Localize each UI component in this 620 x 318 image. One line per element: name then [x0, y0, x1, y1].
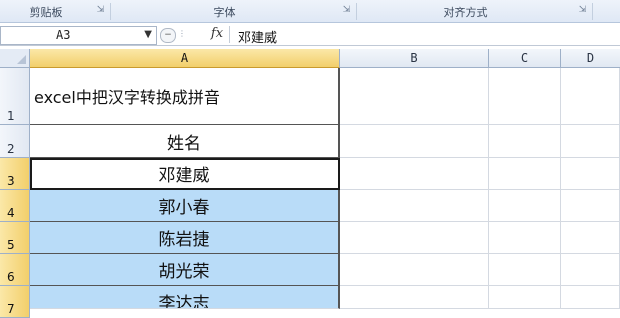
name-box-value: A3	[56, 28, 71, 42]
cell-c7[interactable]	[489, 286, 561, 309]
cell-d2[interactable]	[561, 125, 620, 158]
cell-a1[interactable]: excel中把汉字转换成拼音	[30, 68, 340, 125]
formula-input[interactable]: 邓建威	[238, 27, 277, 46]
cell-a3[interactable]: 邓建威	[30, 158, 340, 190]
cell-a7[interactable]: 李达志	[30, 286, 340, 309]
cell-c5[interactable]	[489, 222, 561, 254]
cell-d5[interactable]	[561, 222, 620, 254]
divider	[592, 3, 593, 20]
cell-b5[interactable]	[340, 222, 489, 254]
cell-b2[interactable]	[340, 125, 489, 158]
column-header-a[interactable]: A	[30, 49, 340, 68]
cell-b1[interactable]	[340, 68, 489, 125]
select-all-icon	[17, 55, 26, 64]
dialog-launcher-icon[interactable]: ⇲	[96, 6, 105, 15]
row-header-6[interactable]: 6	[0, 254, 30, 286]
row-header-2[interactable]: 2	[0, 125, 30, 158]
dialog-launcher-icon[interactable]: ⇲	[578, 6, 587, 15]
row-header-3[interactable]: 3	[0, 158, 30, 190]
group-alignment: 对齐方式 ⇲	[357, 0, 592, 22]
name-box[interactable]: A3 ▼	[0, 26, 157, 45]
cell-a5[interactable]: 陈岩捷	[30, 222, 340, 254]
cell-b4[interactable]	[340, 190, 489, 222]
row-header-1[interactable]: 1	[0, 68, 30, 125]
minus-icon[interactable]: −	[160, 28, 176, 43]
group-alignment-label: 对齐方式	[443, 6, 488, 19]
cell-d7[interactable]	[561, 286, 620, 309]
dialog-launcher-icon[interactable]: ⇲	[342, 6, 351, 15]
cell-a6[interactable]: 胡光荣	[30, 254, 340, 286]
resize-handle-icon[interactable]: ⋮	[178, 30, 192, 38]
cell-c6[interactable]	[489, 254, 561, 286]
cell-b7[interactable]	[340, 286, 489, 309]
cell-c1[interactable]	[489, 68, 561, 125]
group-clipboard-label: 剪贴板	[29, 6, 63, 19]
row-header-5[interactable]: 5	[0, 222, 30, 254]
cell-a4[interactable]: 郭小春	[30, 190, 340, 222]
chevron-down-icon[interactable]: ▼	[144, 29, 152, 40]
cell-d6[interactable]	[561, 254, 620, 286]
row-header-7[interactable]: 7	[0, 286, 30, 318]
cell-b3[interactable]	[340, 158, 489, 190]
cell-d4[interactable]	[561, 190, 620, 222]
select-all-button[interactable]	[0, 49, 30, 68]
cell-d1[interactable]	[561, 68, 620, 125]
group-font: 字体 ⇲	[111, 0, 356, 22]
row-header-4[interactable]: 4	[0, 190, 30, 222]
cell-b6[interactable]	[340, 254, 489, 286]
column-header-c[interactable]: C	[489, 49, 561, 68]
formula-bar: A3 ▼ − ⋮ fx 邓建威	[0, 23, 620, 46]
cell-c2[interactable]	[489, 125, 561, 158]
group-font-label: 字体	[213, 6, 236, 19]
cell-c3[interactable]	[489, 158, 561, 190]
ribbon-group-strip: 剪贴板 ⇲ 字体 ⇲ 对齐方式 ⇲	[0, 0, 620, 23]
insert-function-button[interactable]: fx	[205, 26, 230, 43]
cell-c4[interactable]	[489, 190, 561, 222]
group-clipboard: 剪贴板 ⇲	[0, 0, 110, 22]
column-header-b[interactable]: B	[340, 49, 489, 68]
cell-a2[interactable]: 姓名	[30, 125, 340, 158]
cell-d3[interactable]	[561, 158, 620, 190]
column-header-d[interactable]: D	[561, 49, 620, 68]
